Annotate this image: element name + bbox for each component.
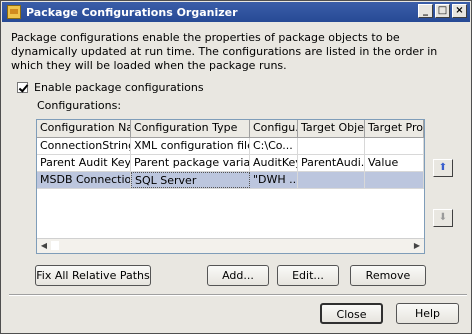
enable-configurations-checkbox[interactable] [17, 82, 28, 93]
maximize-button[interactable]: □ [435, 4, 450, 18]
grid-header: Configuration Name Configuration Type Co… [37, 120, 424, 138]
cell-target-prop [365, 172, 424, 188]
up-arrow-icon: ⬆ [438, 162, 448, 173]
scroll-left-icon[interactable]: ◀ [37, 240, 51, 252]
configurations-label: Configurations: [37, 99, 122, 112]
cell-name: ConnectionStrings [37, 138, 131, 154]
separator [9, 294, 467, 296]
enable-configurations-label: Enable package configurations [34, 81, 204, 94]
enable-configurations-checkbox-row[interactable]: Enable package configurations [17, 81, 204, 94]
table-row-selected[interactable]: MSDB Connection SQL Server "DWH ... [37, 172, 424, 189]
configurations-grid[interactable]: Configuration Name Configuration Type Co… [36, 119, 425, 254]
scroll-right-icon[interactable]: ▶ [410, 240, 424, 252]
cell-target-prop [365, 138, 424, 154]
cell-type: SQL Server [131, 172, 250, 188]
cell-config: AuditKey [250, 155, 298, 171]
column-header-configuration-name[interactable]: Configuration Name [37, 120, 131, 137]
move-down-button[interactable]: ⬇ [433, 209, 453, 227]
title-bar: Package Configurations Organizer _ □ × [2, 2, 470, 22]
cell-type: Parent package variable [131, 155, 250, 171]
description-text: Package configurations enable the proper… [11, 31, 438, 72]
cell-name: MSDB Connection [37, 172, 131, 188]
cell-target-object [298, 172, 365, 188]
horizontal-scrollbar[interactable]: ◀ ▶ [37, 238, 424, 253]
cell-target-prop: Value [365, 155, 424, 171]
down-arrow-icon: ⬇ [438, 212, 448, 223]
fix-relative-paths-button[interactable]: Fix All Relative Paths [35, 265, 151, 286]
cell-config: C:\Co... [250, 138, 298, 154]
close-window-button[interactable]: × [452, 4, 467, 18]
table-row[interactable]: ConnectionStrings XML configuration file… [37, 138, 424, 155]
move-up-button[interactable]: ⬆ [433, 159, 453, 177]
minimize-button[interactable]: _ [418, 4, 433, 18]
cell-type: XML configuration file [131, 138, 250, 154]
column-header-configuration-string[interactable]: Configu... [250, 120, 298, 137]
column-header-target-property[interactable]: Target Prop... [365, 120, 424, 137]
add-button[interactable]: Add... [207, 265, 269, 286]
column-header-configuration-type[interactable]: Configuration Type [131, 120, 250, 137]
remove-button[interactable]: Remove [350, 265, 426, 286]
window-title: Package Configurations Organizer [26, 5, 238, 19]
table-row[interactable]: Parent Audit Key Parent package variable… [37, 155, 424, 172]
help-button[interactable]: Help [396, 303, 459, 324]
package-configurations-window: Package Configurations Organizer _ □ × P… [0, 0, 472, 334]
package-icon [7, 5, 21, 19]
edit-button[interactable]: Edit... [277, 265, 339, 286]
close-button[interactable]: Close [320, 303, 383, 324]
scroll-thumb[interactable] [51, 241, 59, 250]
column-header-target-object[interactable]: Target Object [298, 120, 365, 137]
cell-target-object [298, 138, 365, 154]
cell-target-object: ParentAudi... [298, 155, 365, 171]
cell-config: "DWH ... [250, 172, 298, 188]
cell-name: Parent Audit Key [37, 155, 131, 171]
